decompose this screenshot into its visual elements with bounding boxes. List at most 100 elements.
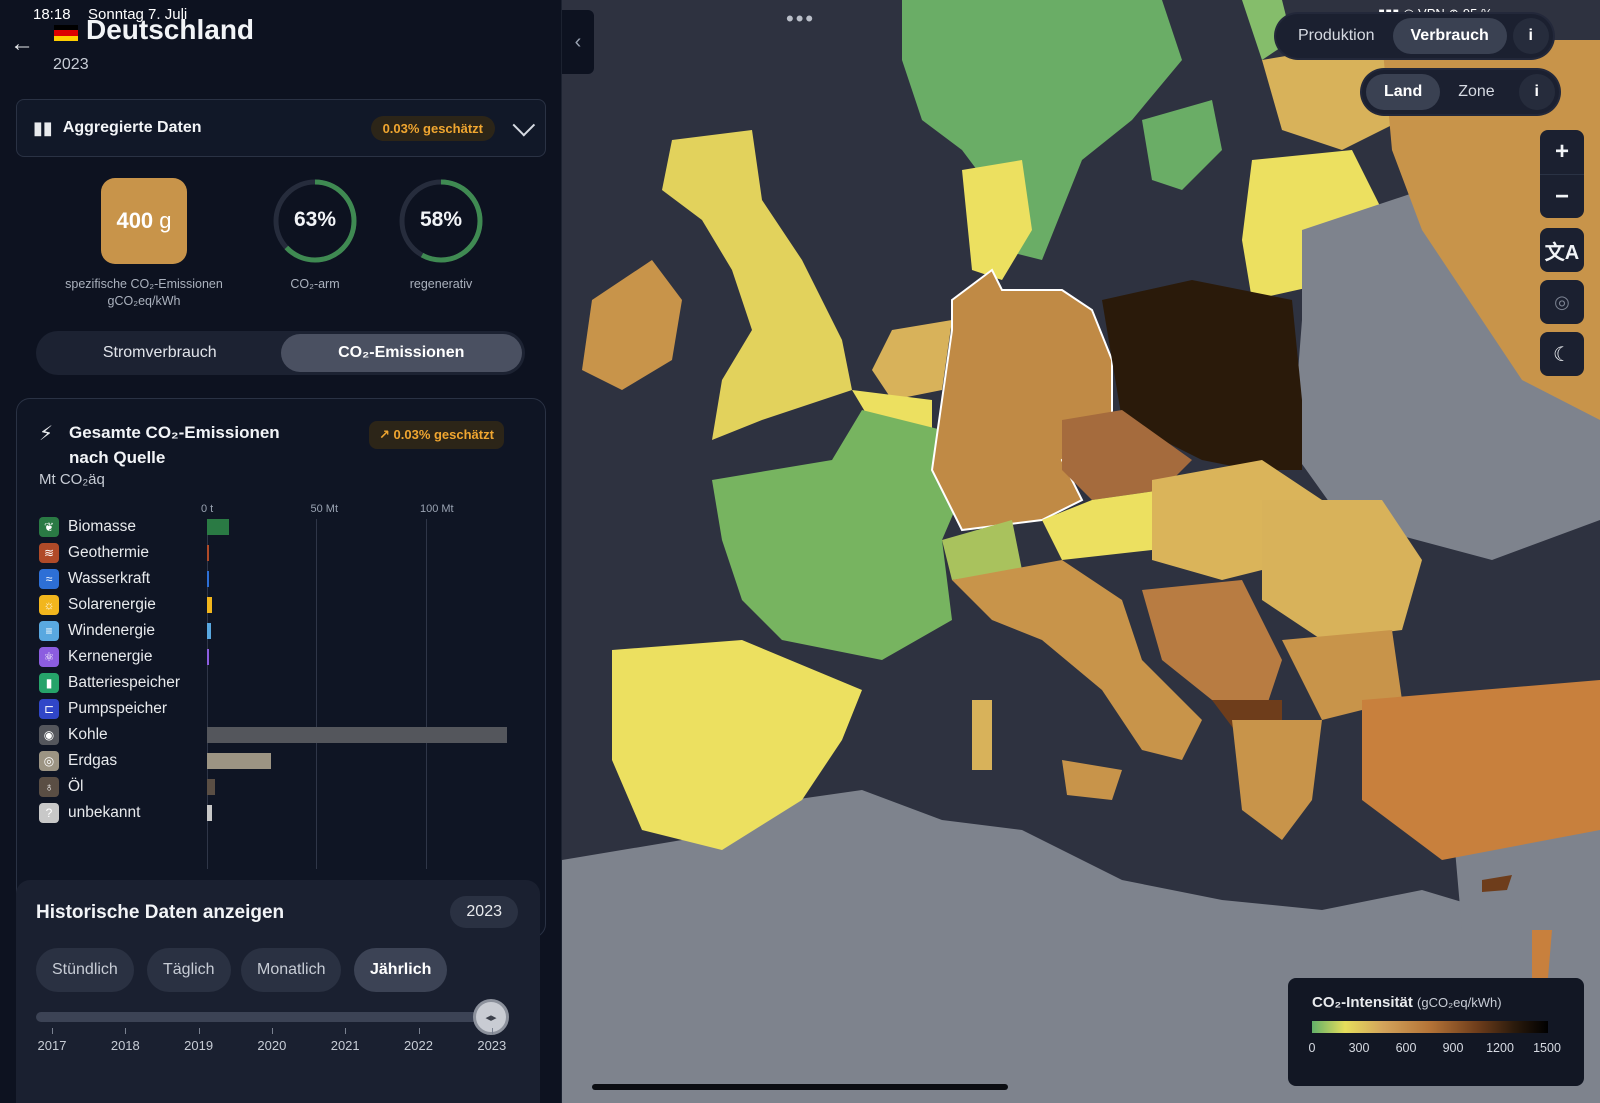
mode-toggle[interactable]: Stromverbrauch CO₂-Emissionen [36,331,525,375]
page-title: Deutschland [86,14,255,45]
status-time: 18:18 [33,6,71,23]
unknown-icon: ? [39,803,59,823]
low-carbon-kpi[interactable]: 63% CO₂-arm [272,178,358,293]
year-tick [345,1028,347,1034]
zone-info-button[interactable]: i [1518,74,1555,110]
bar-solarenergie[interactable] [207,597,212,613]
year-label[interactable]: 2017 [38,1038,67,1053]
bar-geothermie[interactable] [207,545,209,561]
chevron-down-icon [512,113,536,137]
intensity-unit: g [159,208,172,233]
oil-icon: ♁ [39,777,59,797]
info-button[interactable]: i [1512,18,1549,54]
bar-windenergie[interactable] [207,623,212,639]
production-option[interactable]: Produktion [1280,18,1393,54]
source-label: Geothermie [68,544,149,561]
source-label: Batteriespeicher [68,674,181,691]
source-label: Erdgas [68,752,118,769]
legend-unit: (gCO₂eq/kWh) [1417,995,1502,1010]
zoom-in-button[interactable]: + [1540,130,1584,174]
country-panel: 18:18 Sonntag 7. Juli ← Deutschland 2023… [0,0,562,1103]
source-label: Wasserkraft [68,570,151,587]
year-tick [271,1028,273,1034]
year-tick [418,1028,420,1034]
year-label[interactable]: 2021 [331,1038,360,1053]
chevron-left-icon: ‹ [574,30,582,53]
intensity-value: 400 [116,208,154,233]
granularity-chip-3[interactable]: Jährlich [354,948,448,992]
x-tick-label: 100 Mt [419,503,454,515]
source-row: ❦ Biomasse [39,516,136,538]
card-badge-text: 0.03% geschätzt [393,427,494,442]
language-button[interactable]: 文A [1540,228,1584,272]
production-consumption-toggle[interactable]: Produktion Verbrauch i [1276,14,1553,58]
history-year-badge[interactable]: 2023 [450,896,518,928]
emissions-map[interactable] [562,0,1600,1103]
zone-option[interactable]: Zone [1440,74,1512,110]
year-label[interactable]: 2019 [184,1038,213,1053]
dark-mode-button[interactable]: ☾ [1540,332,1584,376]
multitask-dots[interactable]: ••• [786,6,815,32]
emissions-by-source-card: ⚡ Gesamte CO₂-Emissionen nach Quelle ↗ 0… [16,398,546,938]
trend-icon: ↗ [379,427,394,442]
source-row: ? unbekannt [39,802,140,824]
intensity-legend: CO₂-Intensität (gCO₂eq/kWh) 0 300 600 900 12… [1288,978,1584,1086]
emissions-mode-option[interactable]: CO₂-Emissionen [280,334,522,372]
consumption-option[interactable]: Verbrauch [1392,18,1507,54]
x-tick-label: 0 t [201,503,214,515]
source-label: Biomasse [68,518,137,535]
zoom-out-button[interactable]: − [1540,174,1584,218]
sprout-icon: ❦ [39,517,59,537]
carbon-intensity-kpi[interactable]: 400 g spezifische CO₂-Emissionen gCO₂eq/k… [50,178,238,310]
source-row: ⊏ Pumpspeicher [39,698,167,720]
country-zone-toggle[interactable]: Land Zone i [1362,70,1559,114]
granularity-chip-0[interactable]: Stündlich [36,948,134,992]
pump-storage-icon: ⊏ [39,699,59,719]
estimated-badge: 0.03% geschätzt [370,115,495,141]
consumption-mode-option[interactable]: Stromverbrauch [39,334,281,372]
granularity-chip-1[interactable]: Täglich [147,948,231,992]
bar-kernenergie[interactable] [207,649,209,665]
coal-icon: ◉ [39,725,59,745]
moon-icon: ☾ [1553,343,1571,366]
granularity-chip-2[interactable]: Monatlich [241,948,342,992]
selected-year: 2023 [53,56,89,73]
country-option[interactable]: Land [1366,74,1441,110]
history-panel: Historische Daten anzeigen 2023 Stündlic… [16,880,540,1103]
year-slider-track[interactable] [36,1012,492,1022]
bar-biomasse[interactable] [207,519,229,535]
legend-scale-label: 600 [1395,1041,1417,1055]
intensity-caption: spezifische CO₂-Emissionen [65,277,223,291]
renewable-ring: 58% [398,178,484,264]
legend-scale-label: 1200 [1486,1041,1514,1055]
year-label[interactable]: 2022 [404,1038,433,1053]
low-carbon-ring: 63% [272,178,358,264]
back-arrow-icon[interactable]: ← [10,30,34,58]
source-row: ◎ Erdgas [39,750,117,772]
year-tick [125,1028,127,1034]
year-label[interactable]: 2018 [111,1038,140,1053]
renewable-value: 58% [419,208,463,231]
minus-icon: − [1554,182,1569,210]
legend-scale-label: 0 [1308,1041,1316,1055]
year-label[interactable]: 2020 [257,1038,286,1053]
bar-unbekannt[interactable] [207,805,212,821]
year-tick [491,1028,493,1034]
bar-erdgas[interactable] [207,753,271,769]
sun-icon: ☼ [39,595,59,615]
source-label: Pumpspeicher [68,700,168,717]
aggregate-data-dropdown[interactable]: ▮▮ Aggregierte Daten 0.03% geschätzt [16,99,546,157]
renewable-kpi[interactable]: 58% regenerativ [398,178,484,293]
hide-overlay-button[interactable]: ◎ [1540,280,1584,324]
year-label[interactable]: 2023 [477,1038,506,1053]
bar-wasserkraft[interactable] [207,571,209,587]
card-title: Gesamte CO₂-Emissionen nach Quelle [69,423,280,467]
bar-öl[interactable] [207,779,215,795]
intensity-unit-caption: gCO₂eq/kWh [107,293,181,308]
collapse-panel-button[interactable]: ‹ [562,10,594,74]
bar-kohle[interactable] [207,727,507,743]
low-carbon-label: CO₂-arm [290,277,340,291]
source-row: ☼ Solarenergie [39,594,156,616]
year-tick [198,1028,200,1034]
year-tick [52,1028,53,1034]
